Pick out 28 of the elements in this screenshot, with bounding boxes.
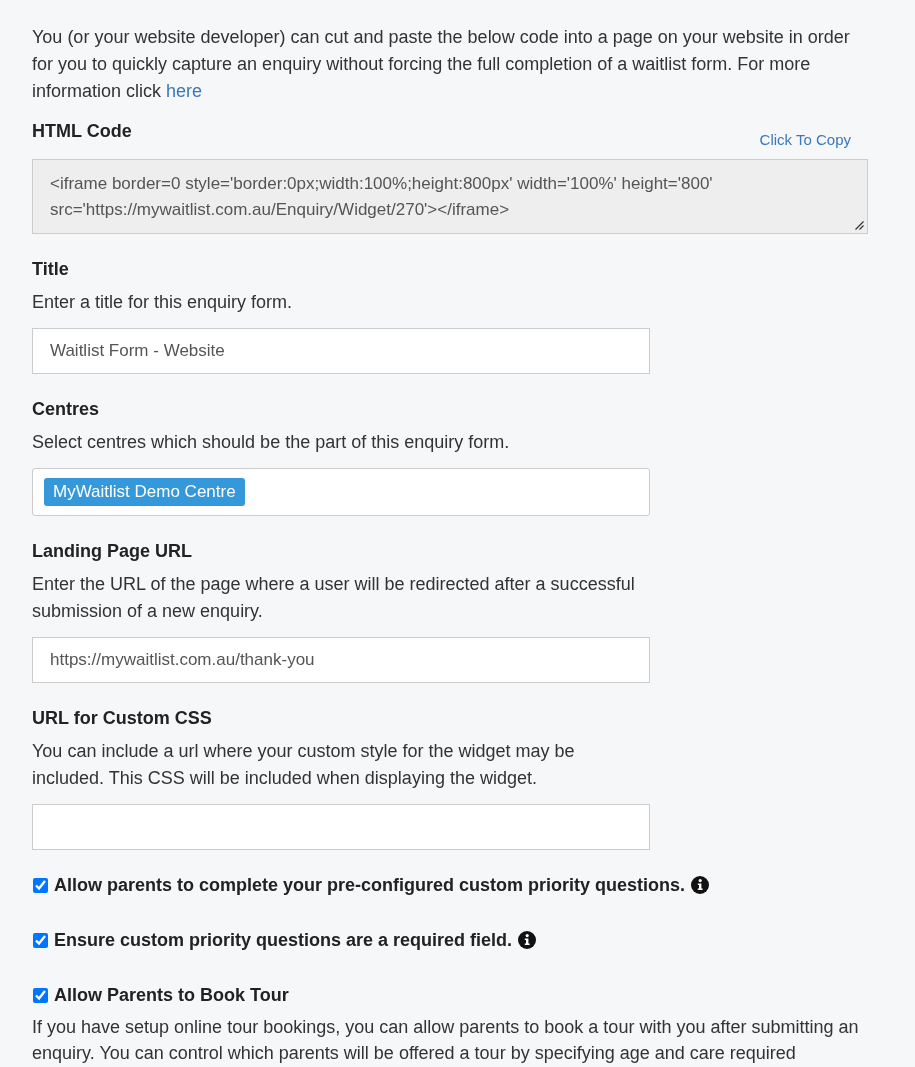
intro-text: You (or your website developer) can cut and paste the below code into a page on your website in order for you to quickly capture an enquiry without forcing the full completion of a waitlist form. For more information click here bbox=[32, 26, 851, 103]
centre-tag[interactable]: MyWaitlist Demo Centre bbox=[44, 478, 245, 506]
field-description: Enter the URL of the page where a user will be redirected after a successful submission of a new enquiry. bbox=[32, 573, 636, 623]
option-checkbox[interactable] bbox=[33, 932, 48, 948]
option-label: Allow Parents to Book Tour bbox=[54, 984, 289, 1007]
resize-grip-icon[interactable] bbox=[855, 221, 864, 230]
text-input[interactable]: Waitlist Form - Website bbox=[32, 328, 650, 374]
centres-select-field[interactable]: MyWaitlist Demo Centre bbox=[32, 468, 650, 516]
copy-link[interactable]: Click To Copy bbox=[759, 130, 851, 150]
more-info-link[interactable]: here bbox=[166, 81, 203, 101]
field-label: Landing Page URL bbox=[32, 540, 193, 563]
option-checkbox[interactable] bbox=[33, 987, 48, 1003]
info-icon[interactable] bbox=[518, 931, 537, 949]
field-description: Select centres which should be the part of this enquiry form. bbox=[32, 431, 511, 454]
field-label: HTML Code bbox=[32, 120, 132, 143]
option-label: Ensure custom priority questions are a required field. bbox=[54, 929, 513, 952]
info-icon[interactable] bbox=[691, 876, 710, 894]
field-description: Enter a title for this enquiry form. bbox=[32, 291, 294, 314]
option-checkbox[interactable] bbox=[33, 877, 48, 893]
option-label: Allow parents to complete your pre-configured custom priority questions. bbox=[54, 874, 686, 897]
field-label: Centres bbox=[32, 398, 101, 421]
text-input[interactable]: https://mywaitlist.com.au/thank-you bbox=[32, 637, 650, 683]
field-label: URL for Custom CSS bbox=[32, 707, 213, 730]
field-label: Title bbox=[32, 258, 70, 281]
code-field[interactable]: <iframe border=0 style='border:0px;width:100%;height:800px' width='100%' height='800' src='https://mywaitlist.com.au/Enquiry/Widget/270'></iframe> bbox=[32, 159, 868, 234]
option-description: If you have setup online tour bookings, you can allow parents to book a tour with you after submitting an enquiry. You can control which parents will be offered a tour by specifying age and care required bbox=[32, 1016, 860, 1065]
text-input[interactable] bbox=[32, 804, 650, 850]
field-description: You can include a url where your custom style for the widget may be included. This CSS will be included when displaying the widget. bbox=[32, 740, 576, 790]
